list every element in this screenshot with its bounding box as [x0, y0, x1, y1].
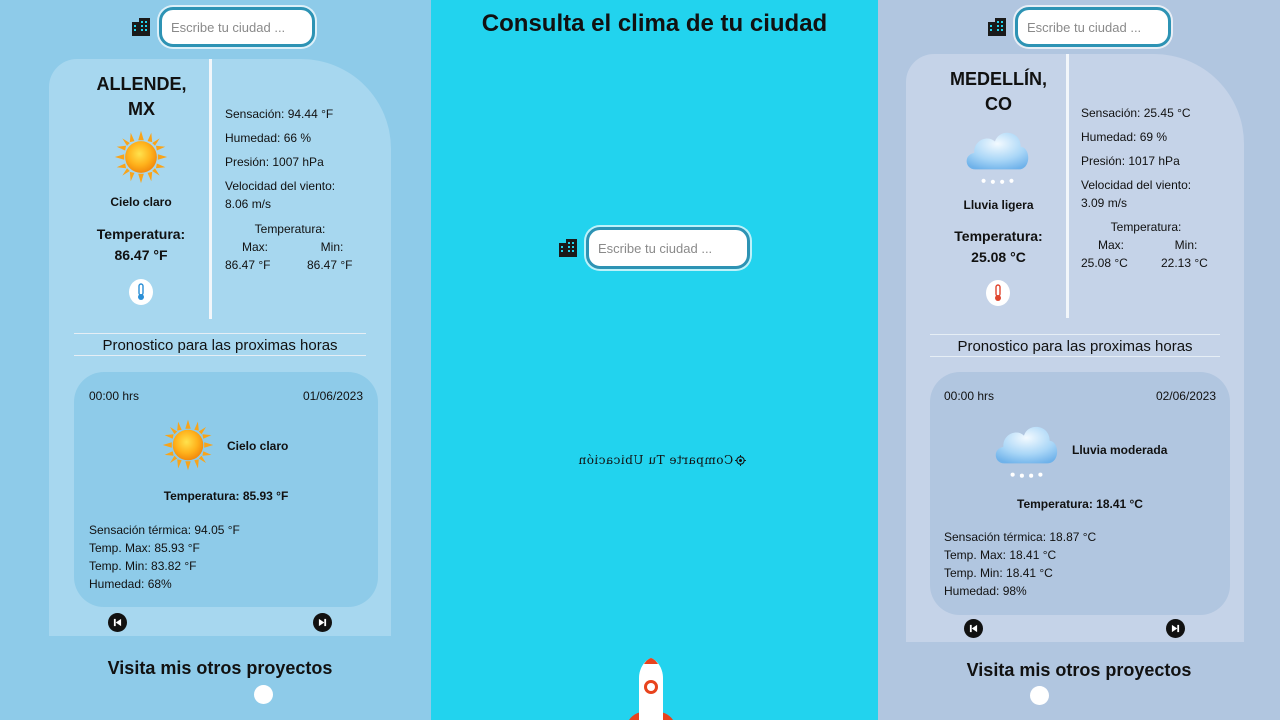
share-location-link[interactable]: Comparte Tu Ubicación [578, 453, 747, 467]
max-value: 25.08 °C [1081, 256, 1128, 270]
forecast-date: 02/06/2023 [1155, 389, 1216, 403]
rain-cloud-icon [960, 124, 1034, 188]
city-search-input[interactable]: Escribe tu ciudad ... [159, 7, 315, 47]
temperature-display: Temperatura: 86.47 °F [96, 226, 186, 263]
pressure: Presión: 1007 hPa [225, 155, 324, 169]
forecast-min: Temp. Min: 83.82 °F [89, 559, 197, 573]
projects-toggle[interactable] [254, 685, 273, 704]
humidity: Humedad: 69 % [1081, 130, 1168, 144]
forecast-header: Pronostico para las proximas horas [930, 334, 1220, 357]
city-name: MEDELLÍN, CO [950, 69, 1047, 114]
min-label: Min: [1174, 238, 1198, 252]
next-button[interactable] [313, 613, 332, 632]
forecast-humidity: Humedad: 68% [89, 577, 172, 591]
forecast-date: 01/06/2023 [302, 389, 363, 403]
weather-description: Cielo claro [110, 195, 172, 209]
location-target-icon [735, 454, 747, 466]
temperature-display: Temperatura: 25.08 °C [954, 228, 1043, 265]
previous-button[interactable] [108, 613, 127, 632]
city-name: ALLENDE, MX [96, 74, 187, 119]
sun-icon [161, 418, 215, 472]
left-weather-panel: Escribe tu ciudad ... ALLENDE, MX Cielo c… [0, 0, 431, 720]
max-value: 86.47 °F [225, 258, 271, 272]
forecast-max: Temp. Max: 18.41 °C [944, 548, 1057, 562]
forecast-header: Pronostico para las proximas horas [74, 333, 366, 356]
forecast-description: Cielo claro [227, 439, 289, 453]
feels-like: Sensación: 25.45 °C [1081, 106, 1191, 120]
thermometer-hot-icon [986, 280, 1010, 306]
forecast-feels-like: Sensación térmica: 18.87 °C [944, 530, 1097, 544]
forecast-feels-like: Sensación térmica: 94.05 °F [89, 523, 240, 537]
forecast-humidity: Humedad: 98% [944, 584, 1027, 598]
forecast-time: 00:00 hrs [944, 389, 995, 403]
share-location-text: Comparte Tu Ubicación [578, 453, 734, 467]
city-building-icon [987, 17, 1007, 37]
skip-back-icon [113, 618, 122, 627]
other-projects-heading: Visita mis otros proyectos [107, 658, 333, 678]
forecast-max: Temp. Max: 85.93 °F [89, 541, 200, 555]
vertical-divider [1066, 54, 1069, 318]
min-value: 22.13 °C [1161, 256, 1208, 270]
vertical-divider [209, 59, 212, 319]
forecast-time: 00:00 hrs [89, 389, 140, 403]
minmax-label: Temperatura: [1110, 220, 1182, 234]
page-title: Consulta el clima de tu ciudad [481, 10, 828, 37]
wind-speed-value: 8.06 m/s [225, 197, 272, 211]
skip-forward-icon [318, 618, 327, 627]
forecast-min: Temp. Min: 18.41 °C [944, 566, 1053, 580]
weather-description: Lluvia ligera [963, 198, 1034, 212]
other-projects-heading: Visita mis otros proyectos [966, 660, 1192, 680]
sun-icon [113, 129, 169, 185]
city-search-input[interactable]: Escribe tu ciudad ... [586, 227, 750, 269]
city-search-input[interactable]: Escribe tu ciudad ... [1015, 7, 1171, 47]
search-bar: Escribe tu ciudad ... [558, 227, 750, 269]
humidity: Humedad: 66 % [225, 131, 312, 145]
previous-button[interactable] [964, 619, 983, 638]
center-landing-panel: Consulta el clima de tu ciudad Escribe t… [431, 0, 878, 720]
rain-cloud-icon [990, 418, 1062, 482]
min-label: Min: [320, 240, 344, 254]
pressure: Presión: 1017 hPa [1081, 154, 1180, 168]
forecast-description: Lluvia moderada [1072, 443, 1168, 457]
feels-like: Sensación: 94.44 °F [225, 107, 334, 121]
search-bar: Escribe tu ciudad ... [987, 7, 1171, 47]
search-bar: Escribe tu ciudad ... [131, 7, 315, 47]
min-value: 86.47 °F [307, 258, 353, 272]
max-label: Max: [1097, 238, 1124, 252]
skip-forward-icon [1171, 624, 1180, 633]
max-label: Max: [241, 240, 268, 254]
rocket-icon [629, 658, 673, 720]
next-button[interactable] [1166, 619, 1185, 638]
wind-speed-label: Velocidad del viento: [1081, 178, 1192, 192]
forecast-temperature: Temperatura: 85.93 °F [163, 489, 289, 503]
forecast-card: 00:00 hrs 02/06/2023 Lluvia moderada Tem… [930, 372, 1230, 615]
city-building-icon [131, 17, 151, 37]
forecast-temperature: Temperatura: 18.41 °C [1017, 497, 1143, 511]
projects-toggle[interactable] [1030, 686, 1049, 705]
minmax-label: Temperatura: [254, 222, 326, 236]
city-building-icon [558, 238, 578, 258]
thermometer-cold-icon [129, 279, 153, 305]
forecast-card: 00:00 hrs 01/06/2023 Cielo claro Tempera… [74, 372, 378, 607]
right-weather-panel: Escribe tu ciudad ... MEDELLÍN, CO Lluvia… [878, 0, 1280, 720]
skip-back-icon [969, 624, 978, 633]
wind-speed-label: Velocidad del viento: [225, 179, 336, 193]
wind-speed-value: 3.09 m/s [1081, 196, 1128, 210]
